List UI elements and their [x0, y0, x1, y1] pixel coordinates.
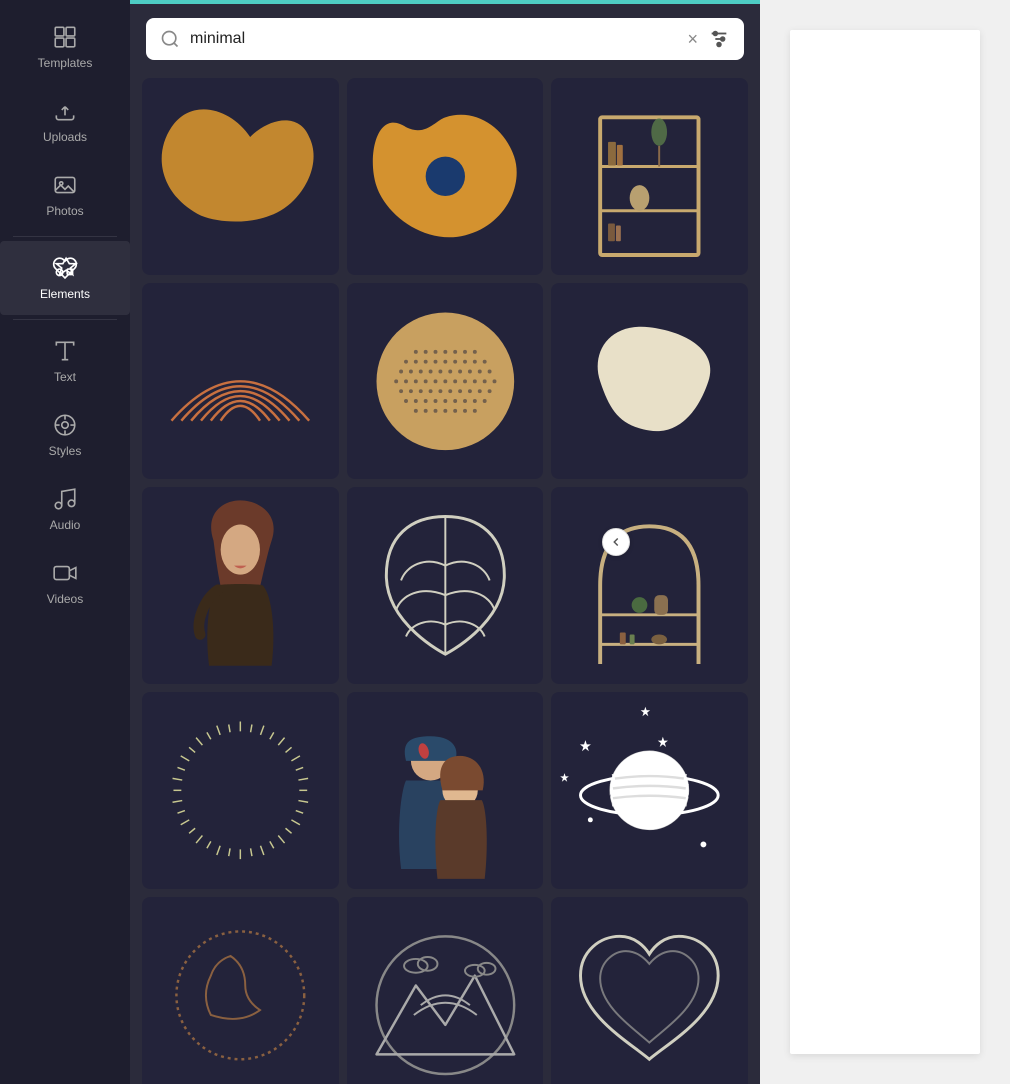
elements-panel: ×	[130, 0, 760, 1084]
cream-blob-svg	[551, 283, 748, 480]
sidebar-label-text: Text	[54, 370, 76, 384]
dotted-circle-svg	[347, 283, 544, 480]
sidebar-item-uploads[interactable]: Uploads	[0, 84, 130, 158]
text-icon	[52, 338, 78, 364]
audio-icon	[52, 486, 78, 512]
canvas-area	[760, 0, 1010, 1084]
photos-icon	[52, 172, 78, 198]
templates-icon	[52, 24, 78, 50]
element-arch-shelf[interactable]	[551, 487, 748, 684]
arch-shelf-svg	[551, 487, 748, 684]
woman-figure-svg	[142, 487, 339, 684]
blob-blue-svg	[347, 78, 544, 275]
element-moon-circle[interactable]	[142, 897, 339, 1084]
sidebar-item-audio[interactable]: Audio	[0, 472, 130, 546]
sidebar-label-elements: Elements	[40, 287, 90, 301]
elements-grid-container	[130, 70, 760, 1084]
collapse-panel-button[interactable]	[602, 528, 630, 556]
element-heart-outline[interactable]	[551, 897, 748, 1084]
leaf-shape-svg	[142, 78, 339, 275]
element-bookshelf[interactable]	[551, 78, 748, 275]
sidebar-item-text[interactable]: Text	[0, 324, 130, 398]
sidebar-item-templates[interactable]: Templates	[0, 10, 130, 84]
moon-circle-svg	[142, 897, 339, 1084]
sidebar-divider-1	[13, 236, 117, 237]
elements-icon	[52, 255, 78, 281]
rainbow-arches-svg	[142, 283, 339, 480]
element-blob-blue[interactable]	[347, 78, 544, 275]
element-woman-figure[interactable]	[142, 487, 339, 684]
sidebar-item-styles[interactable]: Styles	[0, 398, 130, 472]
mountain-landscape-svg	[347, 897, 544, 1084]
sidebar-item-videos[interactable]: Videos	[0, 546, 130, 620]
sidebar-label-videos: Videos	[47, 592, 83, 606]
filter-icon[interactable]	[708, 28, 730, 50]
sidebar-label-templates: Templates	[38, 56, 93, 70]
sidebar-item-photos[interactable]: Photos	[0, 158, 130, 232]
element-rainbow-arches[interactable]	[142, 283, 339, 480]
element-leaf-outline[interactable]	[347, 487, 544, 684]
sidebar-divider-2	[13, 319, 117, 320]
sidebar-label-audio: Audio	[50, 518, 81, 532]
planet-stars-svg	[551, 692, 748, 889]
sidebar-item-elements[interactable]: Elements	[0, 241, 130, 315]
sunburst-ring-svg	[142, 692, 339, 889]
videos-icon	[52, 560, 78, 586]
heart-outline-svg	[551, 897, 748, 1084]
search-input[interactable]	[190, 30, 677, 48]
elements-grid	[142, 78, 748, 1084]
element-two-women[interactable]	[347, 692, 544, 889]
two-women-svg	[347, 692, 544, 889]
main-area: ×	[130, 0, 1010, 1084]
element-leaf-shape[interactable]	[142, 78, 339, 275]
element-planet-stars[interactable]	[551, 692, 748, 889]
chevron-left-icon	[609, 535, 623, 549]
search-wrapper: ×	[146, 18, 744, 60]
sidebar: Templates Uploads Photos Elements Text	[0, 0, 130, 1084]
sidebar-label-uploads: Uploads	[43, 130, 87, 144]
sidebar-label-styles: Styles	[49, 444, 82, 458]
sidebar-label-photos: Photos	[46, 204, 83, 218]
leaf-outline-svg	[347, 487, 544, 684]
uploads-icon	[52, 98, 78, 124]
element-mountain-landscape[interactable]	[347, 897, 544, 1084]
canvas-white-area	[790, 30, 980, 1054]
element-cream-blob[interactable]	[551, 283, 748, 480]
search-bar: ×	[130, 4, 760, 70]
clear-search-icon[interactable]: ×	[687, 29, 698, 50]
search-icon	[160, 29, 180, 49]
bookshelf-svg	[551, 78, 748, 275]
element-dotted-circle[interactable]	[347, 283, 544, 480]
styles-icon	[52, 412, 78, 438]
element-sunburst-ring[interactable]	[142, 692, 339, 889]
